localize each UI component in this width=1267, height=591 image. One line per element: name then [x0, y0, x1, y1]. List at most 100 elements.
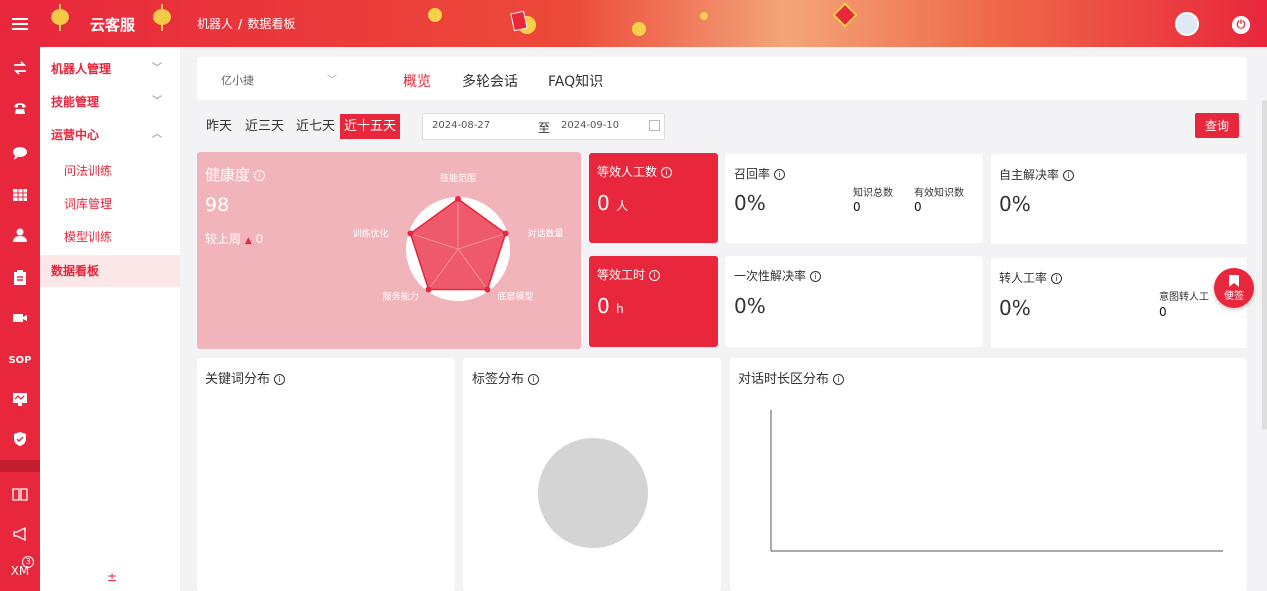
- grid-icon[interactable]: [0, 184, 40, 206]
- note-label: 便签: [1224, 290, 1244, 302]
- health-radar-chart: 技能范围对话数量底层模型 服务能力 训练优化: [352, 172, 564, 302]
- sop-icon[interactable]: SOP: [0, 349, 40, 371]
- duration-axes: [770, 410, 1223, 552]
- breadcrumb: 机器人 / 数据看板: [197, 15, 295, 32]
- tag-chart-title: 标签分布 i: [472, 368, 540, 387]
- info-icon[interactable]: i: [274, 374, 286, 385]
- radar-point: [425, 286, 432, 293]
- clipboard-icon[interactable]: [0, 267, 40, 289]
- end-date[interactable]: 2024-09-10: [561, 120, 619, 131]
- chevron-up-icon: ︿: [152, 129, 162, 140]
- submenu-label: 运营中心: [51, 128, 100, 142]
- metric-unit: h: [616, 302, 624, 316]
- recall-value: 0%: [734, 191, 766, 215]
- knowledge-total-value: 0: [853, 200, 861, 214]
- submenu-dashboard[interactable]: 数据看板: [40, 255, 180, 287]
- compare-value: 0: [255, 232, 264, 246]
- phone-icon[interactable]: [0, 97, 40, 119]
- info-icon[interactable]: i: [1063, 170, 1075, 181]
- info-icon[interactable]: i: [810, 271, 822, 282]
- lantern-icon: [153, 4, 171, 31]
- calendar-icon[interactable]: [649, 120, 660, 131]
- query-button[interactable]: 查询: [1195, 113, 1239, 138]
- menu-toggle-icon[interactable]: [0, 0, 40, 47]
- info-icon[interactable]: i: [661, 167, 673, 178]
- monitor-icon[interactable]: [0, 388, 40, 410]
- tag-chart-card: 标签分布 i: [463, 358, 721, 591]
- range-7days[interactable]: 近七天: [292, 114, 339, 139]
- intent-transfer-label: 意图转人工: [1159, 292, 1209, 303]
- avatar[interactable]: [1175, 12, 1199, 36]
- metric-unit: 人: [616, 199, 629, 213]
- coin-decoration: [700, 12, 708, 20]
- metric-title: 等效人工数: [597, 165, 658, 179]
- radar-label: 训练优化: [352, 228, 388, 240]
- knowledge-total-label: 知识总数: [853, 188, 893, 199]
- metric-title: 等效工时: [597, 268, 646, 282]
- health-score: 98: [205, 194, 230, 216]
- transfer-icon[interactable]: [0, 57, 40, 79]
- recall-card: 召回率 i 0% 知识总数 0 有效知识数 0: [725, 154, 983, 243]
- radar-point: [502, 230, 509, 237]
- range-3days[interactable]: 近三天: [241, 114, 288, 139]
- user-icon[interactable]: [0, 224, 40, 246]
- submenu-ops-center[interactable]: 运营中心 ︿: [40, 119, 180, 151]
- submenu-model-training[interactable]: 模型训练: [40, 221, 180, 253]
- transfer-value: 0%: [999, 296, 1031, 320]
- breadcrumb-separator: /: [238, 17, 243, 31]
- bookmark-icon: [1229, 274, 1239, 287]
- up-arrow-icon: ▲: [244, 236, 252, 246]
- submenu-lexicon[interactable]: 词库管理: [40, 188, 180, 220]
- chat-icon[interactable]: [0, 142, 40, 164]
- chevron-down-icon: ﹀: [152, 96, 162, 107]
- chevron-down-icon: ﹀: [152, 63, 162, 74]
- xm-icon[interactable]: XM 3: [0, 556, 40, 582]
- submenu-qa-training[interactable]: 问法训练: [40, 155, 180, 187]
- health-title: 健康度 i: [205, 164, 266, 185]
- fu-decoration: [832, 2, 858, 28]
- first-resolve-value: 0%: [734, 294, 766, 318]
- bot-select[interactable]: 亿小捷: [221, 72, 254, 88]
- breadcrumb-item[interactable]: 机器人: [197, 17, 233, 31]
- equiv-hours-value: 0 h: [597, 294, 624, 318]
- submenu-skill-mgmt[interactable]: 技能管理 ﹀: [40, 86, 180, 118]
- radar-label: 对话数量: [528, 228, 564, 240]
- tab-overview[interactable]: 概览: [403, 71, 431, 91]
- note-button[interactable]: 便签: [1214, 268, 1254, 308]
- megaphone-icon[interactable]: [0, 523, 40, 545]
- chart-title: 标签分布: [472, 372, 525, 387]
- self-resolve-title: 自主解决率 i: [999, 166, 1075, 183]
- info-icon[interactable]: i: [1051, 273, 1063, 284]
- video-icon[interactable]: [0, 307, 40, 329]
- power-icon[interactable]: ⏻: [1232, 16, 1250, 34]
- xm-badge: 3: [22, 556, 34, 568]
- metric-title: 转人工率: [999, 271, 1048, 285]
- metric-value: 0: [597, 294, 610, 318]
- coin-decoration: [428, 8, 442, 22]
- transfer-card: 转人工率 i 0% 意图转人工 0: [991, 258, 1247, 348]
- shield-icon[interactable]: [0, 428, 40, 450]
- info-icon[interactable]: i: [649, 270, 661, 281]
- range-15days[interactable]: 近十五天: [340, 114, 401, 139]
- tab-multi-turn[interactable]: 多轮会话: [462, 71, 518, 91]
- equiv-hours-card: 等效工时 i 0 h: [589, 256, 718, 347]
- submenu-robot-mgmt[interactable]: 机器人管理 ﹀: [40, 53, 180, 85]
- date-range-picker[interactable]: 2024-08-27 至 2024-09-10: [422, 113, 665, 140]
- knowledge-valid-value: 0: [914, 200, 922, 214]
- info-icon[interactable]: i: [254, 170, 266, 181]
- info-icon[interactable]: i: [528, 374, 540, 385]
- submenu-label: 机器人管理: [51, 62, 112, 76]
- sub-menu: 机器人管理 ﹀ 技能管理 ﹀ 运营中心 ︿ 问法训练 词库管理 模型训练 数据看板 ±: [40, 47, 180, 591]
- brand-title: 云客服: [90, 16, 136, 34]
- keyword-chart-title: 关键词分布 i: [205, 368, 286, 387]
- info-icon[interactable]: i: [774, 169, 786, 180]
- start-date[interactable]: 2024-08-27: [432, 120, 490, 131]
- book-icon[interactable]: [0, 483, 40, 505]
- chevron-down-icon[interactable]: ﹀: [327, 71, 337, 86]
- range-yesterday[interactable]: 昨天: [202, 114, 236, 139]
- submenu-label: 技能管理: [51, 95, 100, 109]
- tab-faq[interactable]: FAQ知识: [548, 71, 603, 91]
- collapse-icon[interactable]: ±: [107, 570, 117, 584]
- page-scrollbar[interactable]: [1262, 100, 1267, 430]
- breadcrumb-item: 数据看板: [247, 17, 296, 31]
